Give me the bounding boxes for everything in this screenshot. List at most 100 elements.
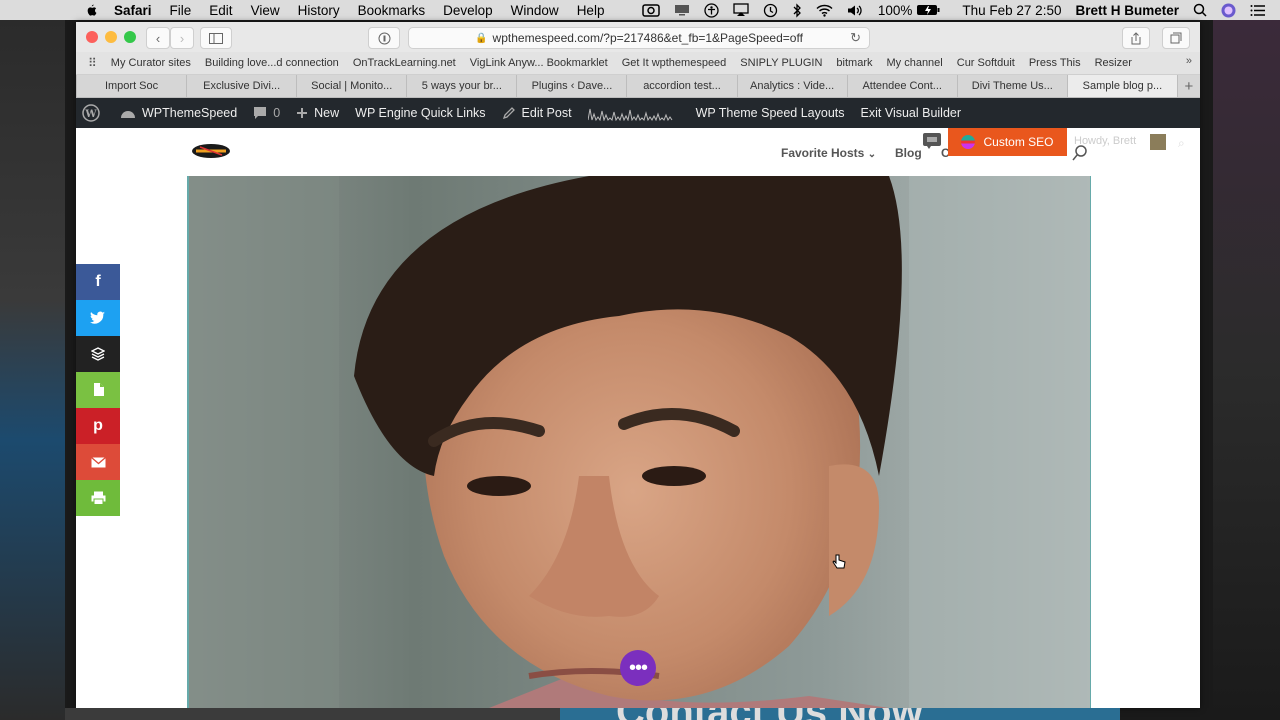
comments-count: 0 <box>273 106 281 120</box>
builder-menu-button[interactable]: ••• <box>620 650 656 686</box>
email-share-button[interactable] <box>76 444 120 480</box>
bookmark-item[interactable]: Press This <box>1029 57 1081 69</box>
admin-new-link[interactable]: New <box>296 106 339 120</box>
browser-tab[interactable]: Exclusive Divi... <box>186 75 296 97</box>
browser-tab[interactable]: Plugins ‹ Dave... <box>516 75 626 97</box>
custom-seo-button[interactable]: Custom SEO <box>948 128 1067 156</box>
menu-bookmarks[interactable]: Bookmarks <box>358 3 426 18</box>
site-header: Favorite Hosts ⌄ Blog C Custom SEO Howdy… <box>76 128 1200 176</box>
wordpress-logo-icon[interactable]: W <box>82 104 106 122</box>
minimize-window-button[interactable] <box>105 31 117 43</box>
admin-search-icon[interactable]: ⌕ <box>1178 136 1185 151</box>
bookmark-item[interactable]: Cur Softduit <box>957 57 1015 69</box>
bluetooth-icon[interactable] <box>792 2 802 18</box>
menu-develop[interactable]: Develop <box>443 3 493 18</box>
password-button[interactable] <box>368 27 400 49</box>
bookmark-item[interactable]: Get It wpthemespeed <box>622 57 727 69</box>
display-icon[interactable] <box>674 4 690 16</box>
sidebar-icon <box>209 32 223 44</box>
nav-favorite-hosts[interactable]: Favorite Hosts ⌄ <box>781 146 876 160</box>
svg-text:W: W <box>84 109 97 120</box>
reload-icon[interactable]: ↻ <box>850 30 861 46</box>
featured-image[interactable] <box>187 176 1091 708</box>
airplay-icon[interactable] <box>733 3 749 17</box>
browser-tab-active[interactable]: Sample blog p... <box>1066 75 1177 97</box>
bookmark-item[interactable]: bitmark <box>836 57 872 69</box>
menu-view[interactable]: View <box>251 3 280 18</box>
back-button[interactable]: ‹ <box>146 27 170 49</box>
user-name[interactable]: Brett H Bumeter <box>1075 3 1179 18</box>
notification-center-icon[interactable] <box>1250 4 1266 17</box>
browser-tab[interactable]: Attendee Cont... <box>846 75 957 97</box>
buffer-icon <box>91 347 105 361</box>
bookmark-item[interactable]: Resizer <box>1095 57 1132 69</box>
screenshot-icon[interactable] <box>642 3 660 17</box>
browser-tab[interactable]: 5 ways your br... <box>406 75 516 97</box>
custom-seo-label: Custom SEO <box>983 135 1054 149</box>
clock[interactable]: Thu Feb 27 2:50 <box>962 3 1061 18</box>
address-bar[interactable]: 🔒 wpthemespeed.com/?p=217486&et_fb=1&Pag… <box>408 27 870 49</box>
pinterest-share-button[interactable]: p <box>76 408 120 444</box>
accessibility-icon[interactable] <box>704 2 719 18</box>
menu-window[interactable]: Window <box>511 3 559 18</box>
contact-section-peek: Contact Us Now <box>560 708 1120 720</box>
share-button[interactable] <box>1122 27 1150 49</box>
facebook-share-button[interactable]: f <box>76 264 120 300</box>
nav-blog[interactable]: Blog <box>895 146 922 160</box>
twitter-share-button[interactable] <box>76 300 120 336</box>
volume-icon[interactable] <box>847 4 864 17</box>
admin-wpengine-link[interactable]: WP Engine Quick Links <box>355 106 485 120</box>
chevron-down-icon: ⌄ <box>867 149 877 160</box>
evernote-share-button[interactable] <box>76 372 120 408</box>
browser-tab[interactable]: Divi Theme Us... <box>956 75 1067 97</box>
desktop-background-right <box>1213 20 1280 720</box>
menu-file[interactable]: File <box>170 3 192 18</box>
admin-new-label: New <box>314 106 340 120</box>
bookmark-item[interactable]: SNIPLY PLUGIN <box>740 57 822 69</box>
menu-history[interactable]: History <box>298 3 340 18</box>
tabs-overview-icon <box>1170 32 1182 44</box>
top-sites-icon[interactable]: ⠿ <box>88 56 97 70</box>
apple-icon[interactable] <box>82 2 100 18</box>
browser-tab[interactable]: Analytics : Vide... <box>736 75 847 97</box>
buffer-share-button[interactable] <box>76 336 120 372</box>
admin-edit-post-link[interactable]: Edit Post <box>502 106 572 120</box>
print-share-button[interactable] <box>76 480 120 516</box>
more-dots-icon: ••• <box>628 656 648 679</box>
plus-icon <box>297 108 308 118</box>
site-logo[interactable] <box>190 141 232 161</box>
admin-exit-builder-link[interactable]: Exit Visual Builder <box>861 106 962 120</box>
siri-icon[interactable] <box>1221 3 1236 18</box>
search-icon[interactable] <box>1072 144 1088 162</box>
battery-icon[interactable] <box>916 4 940 16</box>
bookmark-item[interactable]: Building love...d connection <box>205 57 339 69</box>
bookmark-item[interactable]: VigLink Anyw... Bookmarklet <box>470 57 608 69</box>
browser-tab[interactable]: accordion test... <box>626 75 736 97</box>
hand-cursor-icon <box>832 554 846 569</box>
chat-icon[interactable] <box>923 133 941 149</box>
sidebar-button[interactable] <box>200 27 232 49</box>
zoom-window-button[interactable] <box>124 31 136 43</box>
bookmark-item[interactable]: My Curator sites <box>111 57 191 69</box>
spotlight-icon[interactable] <box>1193 3 1207 17</box>
forward-button[interactable]: › <box>170 27 194 49</box>
wifi-icon[interactable] <box>816 4 833 17</box>
menu-help[interactable]: Help <box>577 3 605 18</box>
close-window-button[interactable] <box>86 31 98 43</box>
admin-layouts-link[interactable]: WP Theme Speed Layouts <box>696 106 845 120</box>
time-machine-icon[interactable] <box>763 3 778 18</box>
bookmark-item[interactable]: My channel <box>886 57 942 69</box>
more-bookmarks-icon[interactable]: » <box>1186 55 1192 67</box>
browser-tab[interactable]: Import Soc <box>76 75 186 97</box>
admin-comments-link[interactable]: 0 <box>253 106 280 120</box>
tabs-overview-button[interactable] <box>1162 27 1190 49</box>
menu-edit[interactable]: Edit <box>209 3 232 18</box>
bookmark-item[interactable]: OnTrackLearning.net <box>353 57 456 69</box>
email-icon <box>90 456 106 467</box>
nav-favorite-hosts-label: Favorite Hosts <box>781 146 865 160</box>
new-tab-button[interactable]: + <box>1176 75 1200 97</box>
browser-tab[interactable]: Social | Monito... <box>296 75 406 97</box>
admin-site-link[interactable]: WPThemeSpeed <box>120 106 237 120</box>
avatar[interactable] <box>1150 134 1166 150</box>
menu-app-name[interactable]: Safari <box>114 3 152 18</box>
